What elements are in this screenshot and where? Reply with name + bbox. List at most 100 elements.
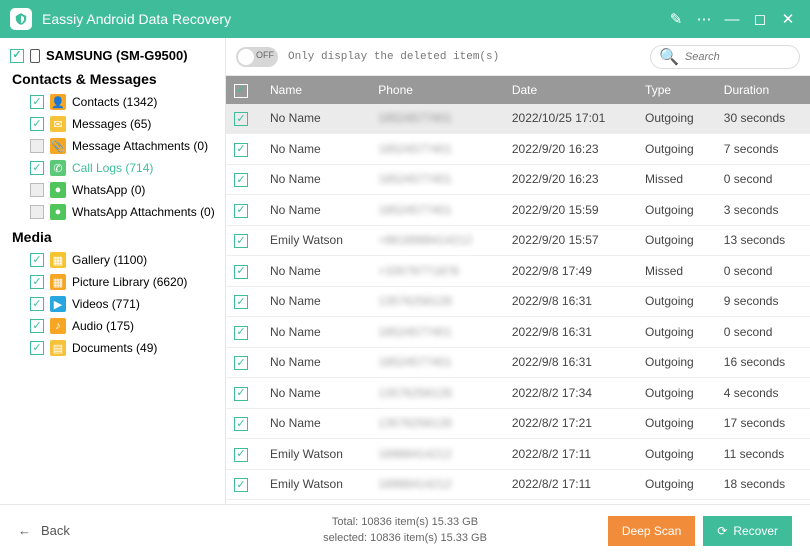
column-header[interactable]: Name	[262, 76, 370, 104]
table-row[interactable]: Emily Watson+86189884142122022/9/20 15:5…	[226, 225, 810, 256]
cell-name: No Name	[262, 195, 370, 226]
column-header[interactable]: Date	[504, 76, 637, 104]
row-checkbox[interactable]	[234, 204, 248, 218]
table-row[interactable]: No Name185245774012022/9/20 15:59Outgoin…	[226, 195, 810, 226]
bottom-bar: ← Back Total: 10836 item(s) 15.33 GB sel…	[0, 504, 810, 556]
table-row[interactable]: No Name135762581282022/9/8 16:31Outgoing…	[226, 286, 810, 317]
row-checkbox[interactable]	[234, 173, 248, 187]
cell-phone: 18524577401	[370, 317, 504, 348]
row-checkbox[interactable]	[234, 265, 248, 279]
cell-name: No Name	[262, 104, 370, 134]
sidebar-item[interactable]: ▦Gallery (1100)	[10, 249, 219, 271]
item-checkbox[interactable]	[30, 319, 44, 333]
table-row[interactable]: Emily Watson189884142122022/8/2 17:11Out…	[226, 469, 810, 500]
item-checkbox[interactable]	[30, 205, 44, 219]
message-icon[interactable]: ⋯	[692, 7, 716, 31]
column-header[interactable]: Type	[637, 76, 716, 104]
minimize-button[interactable]: —	[720, 7, 744, 31]
table-scroll[interactable]: NamePhoneDateTypeDuration No Name1852457…	[226, 76, 810, 556]
table-row[interactable]: Emily Watson189884142122022/8/2 17:11Out…	[226, 439, 810, 470]
table-row[interactable]: No Name185245774012022/10/25 17:01Outgoi…	[226, 104, 810, 134]
item-checkbox[interactable]	[30, 297, 44, 311]
select-all-checkbox[interactable]	[234, 84, 248, 98]
cell-name: Emily Watson	[262, 225, 370, 256]
item-label: Picture Library (6620)	[72, 275, 187, 289]
row-checkbox[interactable]	[234, 112, 248, 126]
device-checkbox[interactable]	[10, 49, 24, 63]
item-label: WhatsApp (0)	[72, 183, 145, 197]
item-checkbox[interactable]	[30, 341, 44, 355]
table-row[interactable]: No Name185245774012022/9/20 16:23Outgoin…	[226, 134, 810, 165]
sidebar-item[interactable]: ●WhatsApp Attachments (0)	[10, 201, 219, 223]
sidebar-item[interactable]: ▦ Picture Library (6620)	[10, 271, 219, 293]
category-icon: ●	[50, 204, 66, 220]
titlebar: Eassiy Android Data Recovery ✎ ⋯ — ◻ ✕	[0, 0, 810, 38]
cell-duration: 17 seconds	[716, 408, 810, 439]
cell-name: No Name	[262, 256, 370, 287]
sidebar-item[interactable]: 📎Message Attachments (0)	[10, 135, 219, 157]
sidebar-item[interactable]: ▶Videos (771)	[10, 293, 219, 315]
cell-phone: 13576258128	[370, 408, 504, 439]
category-icon: ✉	[50, 116, 66, 132]
cell-type: Outgoing	[637, 195, 716, 226]
cell-duration: 7 seconds	[716, 134, 810, 165]
table-row[interactable]: No Name135762581282022/8/2 17:34Outgoing…	[226, 378, 810, 409]
cell-name: No Name	[262, 347, 370, 378]
category-icon: ▦	[50, 274, 66, 290]
table-row[interactable]: No Name+335797718782022/9/8 17:49Missed0…	[226, 256, 810, 287]
cell-phone: 18524577401	[370, 104, 504, 134]
maximize-button[interactable]: ◻	[748, 7, 772, 31]
item-checkbox[interactable]	[30, 253, 44, 267]
table-row[interactable]: No Name185245774012022/9/8 16:31Outgoing…	[226, 347, 810, 378]
item-checkbox[interactable]	[30, 139, 44, 153]
sidebar-item[interactable]: ✉Messages (65)	[10, 113, 219, 135]
back-button[interactable]: ← Back	[18, 523, 70, 538]
sidebar-item[interactable]: ✆Call Logs (714)	[10, 157, 219, 179]
phone-icon	[30, 49, 40, 63]
row-checkbox[interactable]	[234, 295, 248, 309]
row-checkbox[interactable]	[234, 356, 248, 370]
row-checkbox[interactable]	[234, 417, 248, 431]
row-checkbox[interactable]	[234, 448, 248, 462]
deep-scan-button[interactable]: Deep Scan	[608, 516, 695, 546]
cell-phone: 18988414212	[370, 439, 504, 470]
row-checkbox[interactable]	[234, 143, 248, 157]
item-checkbox[interactable]	[30, 95, 44, 109]
call-log-table: NamePhoneDateTypeDuration No Name1852457…	[226, 76, 810, 531]
row-checkbox[interactable]	[234, 478, 248, 492]
row-checkbox[interactable]	[234, 234, 248, 248]
item-checkbox[interactable]	[30, 117, 44, 131]
cell-duration: 0 second	[716, 164, 810, 195]
sidebar-item[interactable]: 👤Contacts (1342)	[10, 91, 219, 113]
search-box[interactable]: 🔍	[650, 45, 800, 69]
column-header[interactable]: Phone	[370, 76, 504, 104]
close-button[interactable]: ✕	[776, 7, 800, 31]
table-row[interactable]: No Name185245774012022/9/20 16:23Missed0…	[226, 164, 810, 195]
device-row[interactable]: SAMSUNG (SM-G9500)	[10, 48, 219, 63]
recover-label: Recover	[733, 524, 778, 538]
item-checkbox[interactable]	[30, 275, 44, 289]
category-icon: ✆	[50, 160, 66, 176]
search-icon: 🔍	[659, 47, 679, 67]
column-header[interactable]: Duration	[716, 76, 810, 104]
item-checkbox[interactable]	[30, 183, 44, 197]
search-input[interactable]	[685, 51, 810, 63]
main-panel: OFF Only display the deleted item(s) 🔍 N…	[225, 38, 810, 556]
row-checkbox[interactable]	[234, 326, 248, 340]
table-row[interactable]: No Name135762581282022/8/2 17:21Outgoing…	[226, 408, 810, 439]
cell-type: Missed	[637, 256, 716, 287]
refresh-icon: ⟳	[717, 524, 727, 538]
footer-stats: Total: 10836 item(s) 15.33 GB selected: …	[323, 515, 487, 546]
cell-date: 2022/8/2 17:21	[504, 408, 637, 439]
recover-button[interactable]: ⟳ Recover	[703, 516, 792, 546]
table-row[interactable]: No Name185245774012022/9/8 16:31Outgoing…	[226, 317, 810, 348]
sidebar-item[interactable]: ♪Audio (175)	[10, 315, 219, 337]
deleted-only-toggle[interactable]: OFF	[236, 47, 278, 67]
item-checkbox[interactable]	[30, 161, 44, 175]
cell-date: 2022/8/2 17:34	[504, 378, 637, 409]
feedback-icon[interactable]: ✎	[664, 7, 688, 31]
row-checkbox[interactable]	[234, 387, 248, 401]
sidebar-item[interactable]: ▤Documents (49)	[10, 337, 219, 359]
cell-duration: 3 seconds	[716, 195, 810, 226]
sidebar-item[interactable]: ●WhatsApp (0)	[10, 179, 219, 201]
